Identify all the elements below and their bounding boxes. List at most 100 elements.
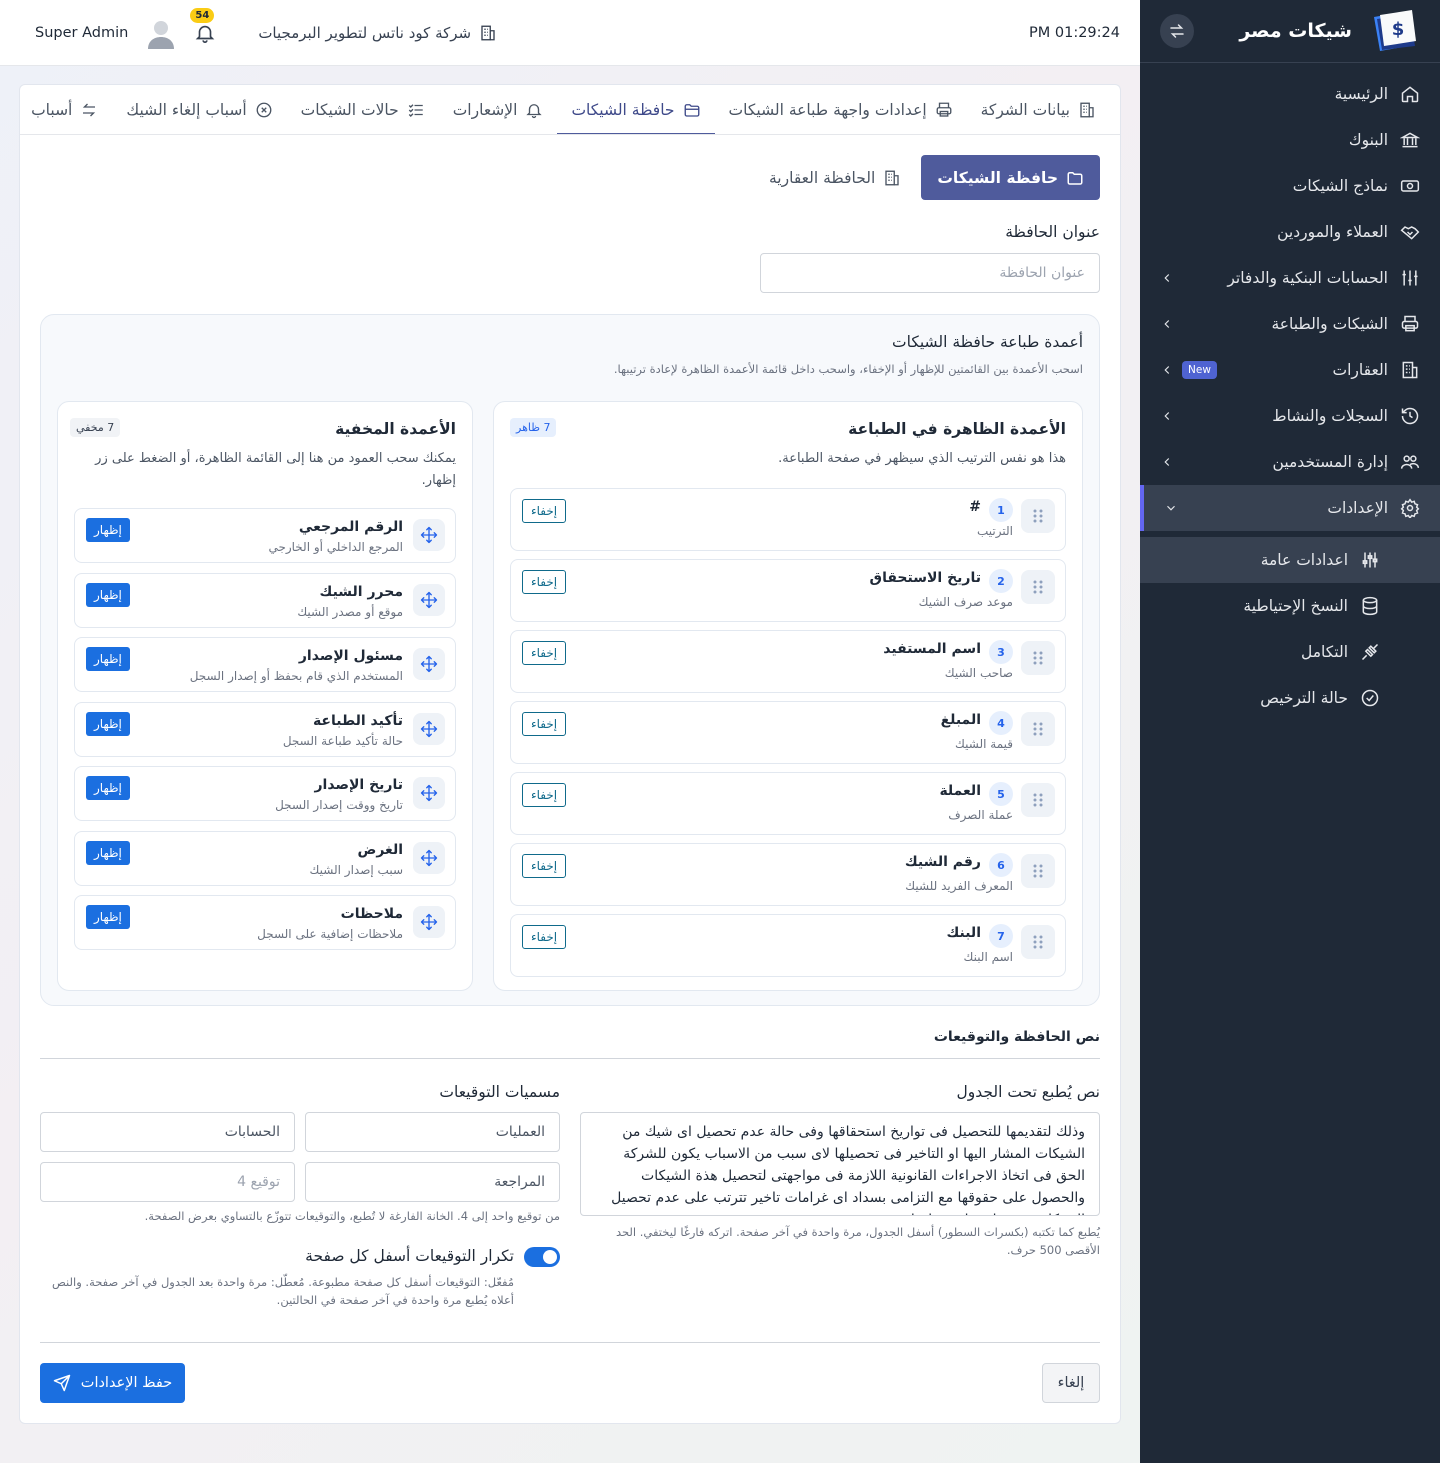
visible-column-row[interactable]: 4 المبلغ قيمة الشيك إخفاء	[510, 701, 1066, 764]
brand-name: شيكات مصر	[1239, 20, 1352, 42]
visible-column-row[interactable]: 6 رقم الشيك المعرف الفريد للشيك إخفاء	[510, 843, 1066, 906]
repeat-signatures-toggle[interactable]	[524, 1247, 560, 1267]
drag-handle[interactable]	[1021, 925, 1055, 959]
tab-notifications[interactable]: الإشعارات	[439, 85, 558, 134]
column-description: حالة تأكيد طباعة السجل	[282, 733, 403, 748]
sidebar-item-home[interactable]: الرئيسية	[1140, 71, 1440, 117]
drag-handle[interactable]	[1021, 854, 1055, 888]
visible-column-row[interactable]: 7 البنك اسم البنك إخفاء	[510, 914, 1066, 977]
move-handle[interactable]	[413, 906, 445, 938]
sidebar-item-bank-accounts[interactable]: الحسابات البنكية والدفاتر	[1140, 255, 1440, 301]
visible-column-row[interactable]: 3 اسم المستفيد صاحب الشيك إخفاء	[510, 630, 1066, 693]
footer-text-area[interactable]: وذلك لتقديمها للتحصيل فى تواريخ استحقاقه…	[580, 1112, 1100, 1216]
move-handle[interactable]	[413, 712, 445, 745]
move-handle[interactable]	[413, 841, 445, 874]
folder-icon	[1067, 171, 1083, 185]
visible-column-row[interactable]: 1 # الترتيب إخفاء	[510, 488, 1066, 551]
hide-column-button[interactable]: إخفاء	[522, 854, 567, 878]
sidebar-item-users[interactable]: إدارة المستخدمين	[1140, 439, 1440, 485]
sidebar-toggle-button[interactable]	[1160, 14, 1194, 48]
avatar[interactable]	[146, 17, 176, 49]
sidebar-subitem-general[interactable]: اعدادات عامة	[1140, 537, 1440, 583]
drag-handle[interactable]	[1021, 783, 1055, 817]
sidebar-item-banks[interactable]: البنوك	[1140, 117, 1440, 163]
building-icon	[481, 25, 495, 40]
signature-2-input[interactable]	[40, 1112, 295, 1152]
subtab-check-portfolio[interactable]: حافظة الشيكات	[921, 155, 1100, 200]
move-handle[interactable]	[413, 777, 445, 809]
sidebar-subitem-integration[interactable]: التكامل	[1140, 629, 1440, 675]
database-icon	[1362, 596, 1378, 616]
signature-4-input[interactable]	[40, 1162, 295, 1202]
hidden-columns-subtitle: يمكنك سحب العمود من هنا إلى القائمة الظا…	[95, 451, 456, 488]
show-column-button[interactable]: إظهار	[86, 647, 130, 671]
new-badge: New	[1182, 361, 1217, 379]
hide-column-button[interactable]: إخفاء	[522, 712, 567, 736]
sidebar-subitem-license[interactable]: حالة الترخيص	[1140, 675, 1440, 721]
move-handle[interactable]	[413, 583, 445, 616]
cancel-button[interactable]: إلغاء	[1042, 1363, 1100, 1403]
hide-column-button[interactable]: إخفاء	[522, 570, 567, 594]
hidden-column-row[interactable]: الرقم المرجعي المرجع الداخلي أو الخارجي …	[74, 508, 456, 563]
sidebar-item-real-estate[interactable]: العقارات New	[1140, 347, 1440, 393]
hide-column-button[interactable]: إخفاء	[522, 925, 567, 949]
hidden-column-row[interactable]: الغرض سبب إصدار الشيك إظهار	[74, 830, 456, 886]
grip-dots-icon	[1033, 509, 1043, 523]
tab-return-reasons[interactable]: أسباب	[20, 85, 112, 134]
column-name: الغرض	[357, 841, 404, 858]
show-column-button[interactable]: إظهار	[86, 840, 130, 865]
sidebar-item-logs[interactable]: السجلات والنشاط	[1140, 393, 1440, 439]
hidden-column-row[interactable]: مسئول الإصدار المستخدم الذي قام بحفظ أو …	[74, 637, 456, 692]
drag-handle[interactable]	[1021, 499, 1055, 533]
column-description: المعرف الفريد للشيك	[905, 879, 1013, 893]
tab-label: أسباب	[31, 100, 73, 119]
portfolio-title-input[interactable]	[760, 253, 1100, 293]
signatures-section-title: نص الحافظة والتوقيعات	[933, 1029, 1100, 1045]
show-column-button[interactable]: إظهار	[86, 905, 130, 929]
sidebar-item-customers[interactable]: العملاء والموردين	[1140, 209, 1440, 255]
signature-3-input[interactable]	[305, 1162, 560, 1202]
show-column-button[interactable]: إظهار	[86, 582, 130, 607]
sidebar-item-checks-printing[interactable]: الشيكات والطباعة	[1140, 301, 1440, 347]
subtab-real-estate-portfolio[interactable]: الحافظة العقارية	[765, 155, 905, 200]
show-column-button[interactable]: إظهار	[86, 776, 130, 800]
building-icon	[885, 170, 899, 185]
column-description: موعد صرف الشيك	[918, 595, 1013, 609]
visible-column-row[interactable]: 5 العملة عملة الصرف إخفاء	[510, 772, 1066, 835]
hidden-column-row[interactable]: تأكيد الطباعة حالة تأكيد طباعة السجل إظه…	[74, 701, 456, 757]
show-column-button[interactable]: إظهار	[86, 518, 130, 542]
tab-label: إعدادات واجهة طباعة الشيكات	[728, 100, 927, 119]
sidebar-item-settings[interactable]: الإعدادات	[1140, 485, 1440, 531]
tab-cancel-reasons[interactable]: أسباب إلغاء الشيك	[112, 85, 286, 134]
hidden-column-row[interactable]: تاريخ الإصدار تاريخ ووقت إصدار السجل إظه…	[74, 766, 456, 821]
user-name[interactable]: Super Admin	[35, 25, 128, 41]
hidden-column-row[interactable]: محرر الشيك موقع أو مصدر الشيك إظهار	[74, 572, 456, 628]
tab-check-statuses[interactable]: حالات الشيكات	[287, 85, 439, 134]
hidden-column-row[interactable]: ملاحظات ملاحظات إضافية على السجل إظهار	[74, 895, 456, 950]
column-order-number: 6	[989, 853, 1013, 877]
drag-handle[interactable]	[1021, 712, 1055, 746]
move-handle[interactable]	[413, 648, 445, 680]
hide-column-button[interactable]: إخفاء	[522, 499, 567, 523]
tab-company-data[interactable]: بيانات الشركة	[967, 85, 1110, 134]
visible-columns-list: الأعمدة الظاهرة في الطباعة هذا هو نفس ال…	[493, 401, 1083, 991]
column-description: عملة الصرف	[948, 808, 1013, 822]
sidebar-item-label: الإعدادات	[1327, 499, 1388, 517]
drag-handle[interactable]	[1021, 641, 1055, 675]
hide-column-button[interactable]: إخفاء	[522, 641, 567, 665]
sidebar-item-check-templates[interactable]: نماذج الشيكات	[1140, 163, 1440, 209]
visible-column-row[interactable]: 2 تاريخ الاستحقاق موعد صرف الشيك إخفاء	[510, 559, 1066, 622]
move-handle[interactable]	[413, 519, 445, 551]
company-switcher[interactable]: شركة كود ناتس لتطوير البرمجيات	[258, 24, 497, 42]
column-description: المستخدم الذي قام بحفظ أو إصدار السجل	[189, 669, 403, 683]
sidebar-subitem-backups[interactable]: النسخ الإحتياطية	[1140, 583, 1440, 629]
notifications-button[interactable]: 54	[190, 7, 216, 44]
tab-print-interface[interactable]: إعدادات واجهة طباعة الشيكات	[715, 85, 967, 134]
signature-1-input[interactable]	[305, 1112, 560, 1152]
hide-column-button[interactable]: إخفاء	[522, 783, 567, 807]
show-column-button[interactable]: إظهار	[86, 711, 130, 736]
save-settings-button[interactable]: حفظ الإعدادات	[40, 1363, 185, 1403]
tab-check-portfolio[interactable]: حافظة الشيكات	[557, 85, 715, 134]
drag-handle[interactable]	[1021, 570, 1055, 604]
topbar-user-area: شركة كود ناتس لتطوير البرمجيات 54 Super …	[35, 7, 497, 49]
